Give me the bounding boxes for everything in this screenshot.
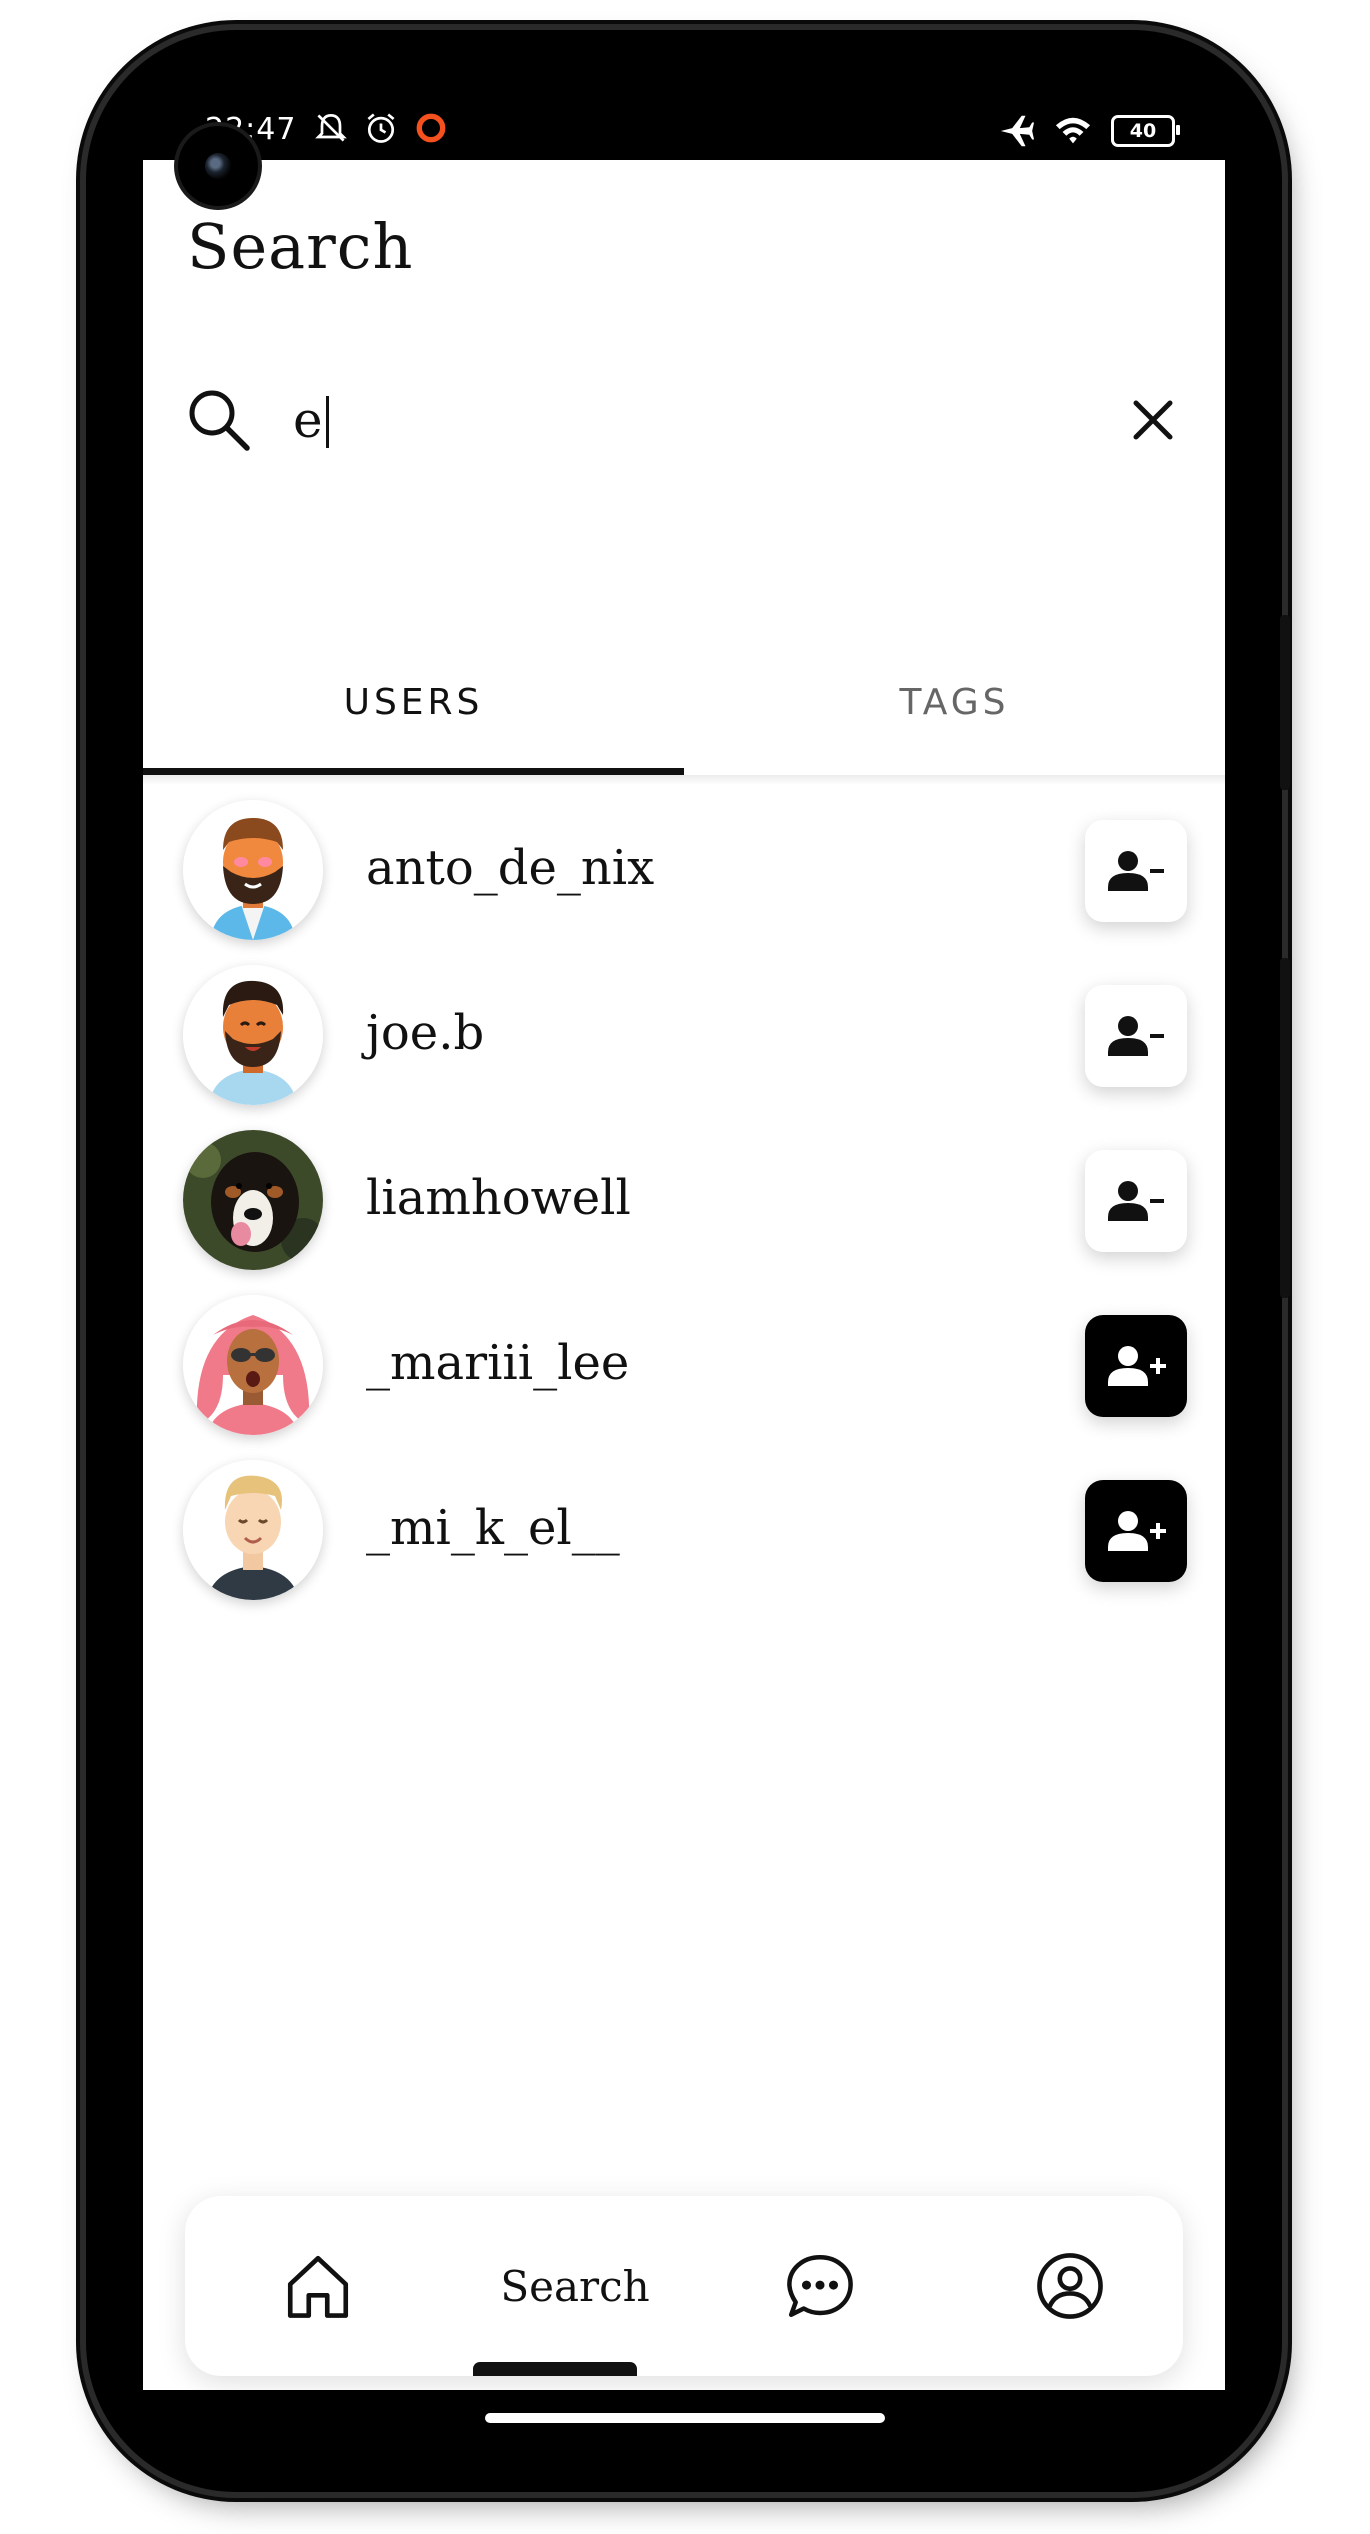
wifi-icon (1055, 117, 1091, 144)
user-row[interactable]: anto_de_nix (183, 800, 1187, 940)
app-screen: Search USERS TAGS (143, 160, 1225, 2390)
follow-button[interactable] (1085, 1315, 1187, 1417)
tab-divider (143, 775, 1225, 785)
search-input[interactable] (293, 384, 1073, 456)
nav-messages[interactable] (775, 2241, 865, 2331)
username[interactable]: liamhowell (366, 1170, 631, 1226)
text-cursor (326, 396, 329, 448)
avatar[interactable] (183, 800, 323, 940)
username[interactable]: anto_de_nix (366, 840, 654, 896)
bearded-man-avatar (183, 800, 323, 940)
username[interactable]: _mariii_lee (366, 1335, 629, 1391)
person-remove-icon (1108, 851, 1164, 891)
active-tab-indicator (143, 768, 684, 775)
blond-man-avatar (183, 1460, 323, 1600)
avatar[interactable] (183, 965, 323, 1105)
avatar[interactable] (183, 1295, 323, 1435)
page-title: Search (187, 210, 414, 283)
front-camera (178, 126, 258, 206)
power-button (1280, 958, 1290, 1298)
nav-profile[interactable] (1025, 2241, 1115, 2331)
search-bar (183, 370, 1187, 470)
dog-photo-avatar (183, 1130, 323, 1270)
status-bar: 22:47 40 (143, 100, 1225, 164)
account-circle-icon (1037, 2253, 1103, 2319)
volume-button (1280, 615, 1290, 790)
bearded-man-avatar (183, 965, 323, 1105)
user-row[interactable]: liamhowell (183, 1130, 1187, 1270)
airplane-mode-icon (1000, 115, 1035, 147)
alarm-icon (367, 113, 395, 143)
unfollow-button[interactable] (1085, 820, 1187, 922)
username[interactable]: _mi_k_el__ (366, 1500, 620, 1556)
avatar[interactable] (183, 1130, 323, 1270)
tab-bar: USERS TAGS (143, 630, 1225, 785)
tab-users[interactable]: USERS (143, 630, 684, 775)
notifications-off-icon (315, 114, 347, 142)
follow-button[interactable] (1085, 1480, 1187, 1582)
unfollow-button[interactable] (1085, 1150, 1187, 1252)
bottom-navigation: Search (185, 2196, 1183, 2376)
person-add-icon (1108, 1346, 1166, 1386)
tab-tags[interactable]: TAGS (684, 630, 1225, 775)
chat-bubble-icon (787, 2254, 853, 2318)
app-notification-icon (416, 113, 446, 143)
battery-icon: 40 (1111, 115, 1180, 147)
active-nav-indicator (473, 2362, 637, 2376)
home-icon (287, 2255, 349, 2318)
search-icon (189, 390, 250, 451)
user-row[interactable]: _mariii_lee (183, 1295, 1187, 1435)
gesture-home-bar[interactable] (485, 2413, 885, 2423)
person-remove-icon (1108, 1181, 1164, 1221)
close-icon[interactable] (1129, 396, 1177, 444)
pink-hair-woman-avatar (183, 1295, 323, 1435)
nav-search[interactable]: Search (475, 2241, 675, 2331)
user-row[interactable]: joe.b (183, 965, 1187, 1105)
person-add-icon (1108, 1511, 1166, 1551)
person-remove-icon (1108, 1016, 1164, 1056)
user-row[interactable]: _mi_k_el__ (183, 1460, 1187, 1600)
unfollow-button[interactable] (1085, 985, 1187, 1087)
nav-home[interactable] (273, 2241, 363, 2331)
avatar[interactable] (183, 1460, 323, 1600)
username[interactable]: joe.b (366, 1005, 484, 1061)
